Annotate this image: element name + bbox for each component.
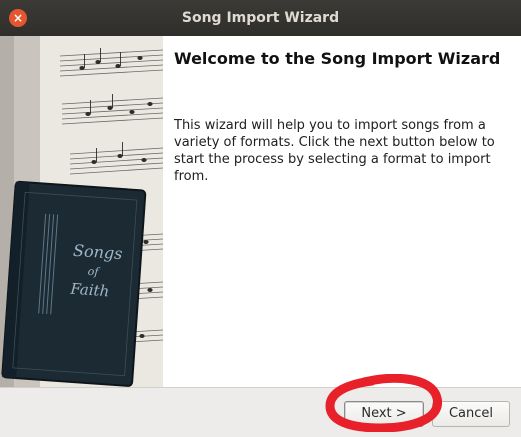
wizard-page: Welcome to the Song Import Wizard This w… bbox=[163, 36, 521, 387]
page-description: This wizard will help you to import song… bbox=[174, 118, 495, 184]
sheet-music-book-image: Songs of Faith bbox=[0, 36, 163, 387]
book-title-line3: Faith bbox=[69, 280, 110, 301]
cancel-button[interactable]: Cancel bbox=[432, 401, 510, 427]
wizard-side-image: Songs of Faith bbox=[0, 36, 163, 387]
page-heading: Welcome to the Song Import Wizard bbox=[174, 49, 501, 68]
window-title: Song Import Wizard bbox=[181, 10, 340, 26]
button-bar: Next > Cancel bbox=[0, 387, 521, 437]
title-bar: × Song Import Wizard bbox=[0, 0, 521, 36]
book-title-line1: Songs bbox=[73, 241, 124, 263]
next-button[interactable]: Next > bbox=[344, 401, 424, 427]
